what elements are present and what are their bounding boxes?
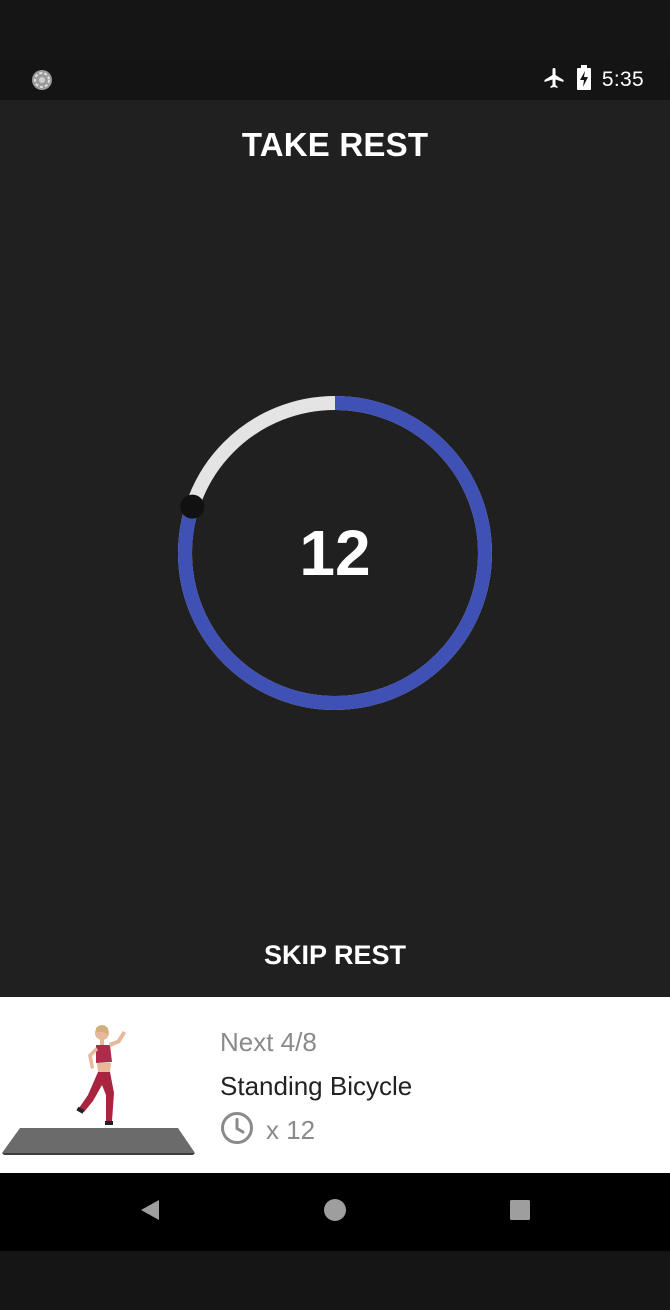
rest-timer: 12	[170, 388, 500, 718]
airplane-mode-icon	[542, 66, 566, 95]
next-reps-text: x 12	[266, 1115, 316, 1145]
battery-charging-icon	[576, 64, 592, 96]
recents-button[interactable]	[500, 1192, 540, 1232]
timer-value: 12	[299, 517, 371, 589]
page-title: TAKE REST	[241, 126, 429, 163]
navigation-bar	[0, 1173, 670, 1251]
next-exercise-name: Standing Bicycle	[220, 1071, 413, 1101]
sync-icon	[31, 69, 53, 91]
next-exercise-card[interactable]: Next 4/8 Standing Bicycle x 12	[0, 997, 670, 1173]
bottom-bezel	[0, 1251, 670, 1310]
top-bezel	[0, 0, 670, 60]
skip-rest-button[interactable]: SKIP REST	[235, 930, 435, 980]
home-button[interactable]	[315, 1192, 355, 1232]
back-icon	[139, 1198, 161, 1227]
exercise-thumbnail	[0, 997, 200, 1173]
home-icon	[323, 1198, 347, 1227]
status-bar: 5:35	[0, 60, 670, 100]
recents-icon	[509, 1199, 531, 1226]
next-progress-label: Next 4/8	[220, 1027, 317, 1057]
clock-icon	[220, 1111, 254, 1150]
next-exercise-reps: x 12	[220, 1111, 315, 1150]
rest-screen: TAKE REST 12 SKIP REST	[0, 100, 670, 997]
back-button[interactable]	[130, 1192, 170, 1232]
status-time: 5:35	[601, 68, 644, 91]
